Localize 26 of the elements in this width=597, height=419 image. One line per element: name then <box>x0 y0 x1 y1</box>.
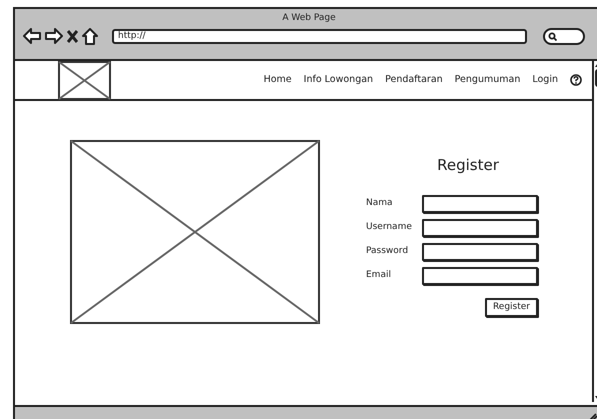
window-title: A Web Page <box>281 12 337 25</box>
input-field[interactable] <box>422 194 538 212</box>
resize-grip-icon[interactable] <box>588 411 597 419</box>
close-icon[interactable] <box>67 30 78 42</box>
nav-link[interactable]: Home <box>264 72 292 88</box>
field-label: Email <box>366 268 392 282</box>
forward-icon[interactable] <box>45 28 63 44</box>
logo-placeholder <box>58 60 111 100</box>
search-field[interactable] <box>543 28 585 44</box>
form-title: Register <box>436 155 500 176</box>
search-icon <box>548 32 557 40</box>
nav-link[interactable]: Pendaftaran <box>385 72 443 88</box>
input-field[interactable] <box>422 218 538 236</box>
field-label: Password <box>366 244 410 258</box>
field-label: Username <box>366 220 413 234</box>
input-field[interactable] <box>422 266 538 284</box>
address-field[interactable]: http:// <box>112 28 527 44</box>
input-field[interactable] <box>422 242 538 260</box>
register-button[interactable]: Register <box>484 298 538 317</box>
nav-link[interactable]: Login <box>532 72 558 88</box>
back-icon[interactable] <box>23 28 41 44</box>
help-icon[interactable] <box>570 74 582 86</box>
home-icon[interactable] <box>82 28 98 44</box>
nav-link[interactable]: Info Lowongan <box>304 72 374 88</box>
field-label: Nama <box>366 196 394 210</box>
nav-link[interactable]: Pengumuman <box>454 72 520 88</box>
